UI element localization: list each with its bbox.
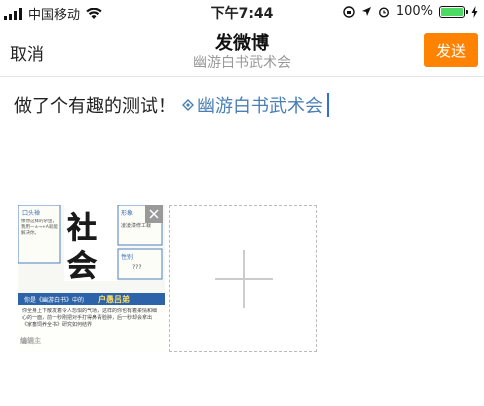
thumb-text-1: 像你这样的杂鱼，我用一±→+A就能解决你。 [21, 219, 58, 236]
nav-bar: 取消 发微博 幽游白书武术会 发送 [0, 26, 484, 77]
battery-icon [439, 5, 468, 18]
close-icon[interactable] [145, 205, 163, 223]
alarm-icon [378, 6, 389, 18]
thumb-label-3: 性别 [121, 253, 133, 261]
add-image-button[interactable] [169, 205, 317, 352]
topic-link[interactable]: 幽游白书武术会 [182, 92, 323, 118]
thumb-text-3: ??? [132, 264, 142, 271]
thumb-body-text: 你全身上下散发着令人恐惧的气场，这样的你也有着柔情和细心的一面，前一秒刚把对手打… [22, 308, 158, 328]
thumb-big-char-1: 社 [67, 211, 97, 246]
status-bar: 中国移动 下午7:44 100% [0, 0, 484, 24]
battery-percent: 100% [395, 4, 433, 19]
compose-text: 做了个有趣的测试！ [14, 96, 176, 117]
topic-label: 幽游白书武术会 [197, 96, 323, 117]
attached-image-thumbnail[interactable]: 口头禅 像你这样的杂鱼，我用一±→+A就能解决你。 社 会 形象 凌凌漆修工栽 … [18, 205, 165, 353]
thumbnail-artwork: 口头禅 像你这样的杂鱼，我用一±→+A就能解决你。 社 会 形象 凌凌漆修工栽 … [18, 205, 165, 353]
thumb-label-2: 形象 [121, 209, 133, 217]
thumb-watermark: 编辑主 [20, 336, 41, 345]
text-cursor [327, 93, 329, 117]
compose-text-area[interactable]: 做了个有趣的测试！ 幽游白书武术会 [14, 92, 474, 118]
thumb-label-1: 口头禅 [22, 209, 40, 217]
status-right: 100% [343, 4, 478, 19]
plus-icon-vertical [243, 250, 245, 308]
location-icon [361, 7, 371, 16]
charging-icon [471, 5, 478, 18]
thumb-big-char-2: 会 [67, 249, 97, 284]
supertopic-icon [182, 99, 194, 111]
send-button[interactable]: 发送 [424, 33, 478, 67]
account-name: 幽游白书武术会 [193, 55, 291, 71]
thumb-band-text: 你是《幽游白书》中的 [24, 296, 84, 304]
rotation-lock-icon [343, 5, 355, 18]
thumb-band-name: 户愚吕弟 [98, 294, 130, 304]
battery-fill [441, 7, 463, 16]
thumb-text-2: 凌凌漆修工栽 [121, 222, 151, 229]
